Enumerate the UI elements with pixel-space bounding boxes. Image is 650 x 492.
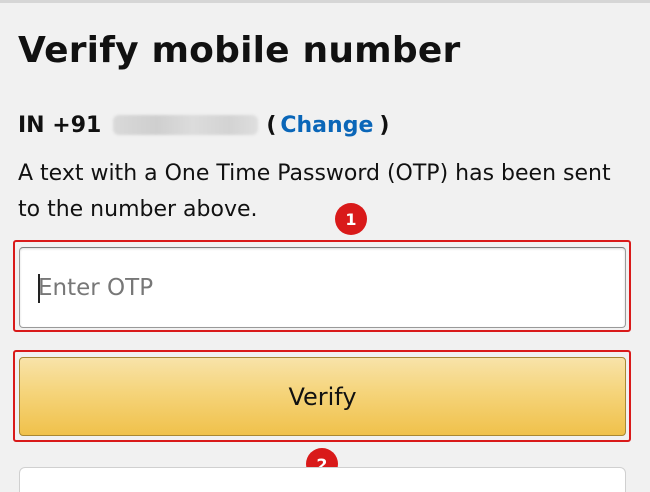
phone-number-row: IN +91 ( Change ) [18,108,389,142]
top-divider [0,0,650,3]
change-number-link[interactable]: Change [280,113,373,138]
masked-phone-number [113,115,259,135]
paren-close: ) [379,112,390,138]
country-code-prefix: IN +91 [18,112,102,138]
verify-button[interactable]: Verify [19,357,626,436]
text-cursor [38,274,40,303]
otp-input[interactable] [19,247,626,328]
paren-open: ( [266,112,277,138]
next-section-card [19,467,626,492]
step-1-marker: 1 [335,203,367,235]
otp-sent-message: A text with a One Time Password (OTP) ha… [18,161,611,222]
page-title: Verify mobile number [18,30,461,71]
